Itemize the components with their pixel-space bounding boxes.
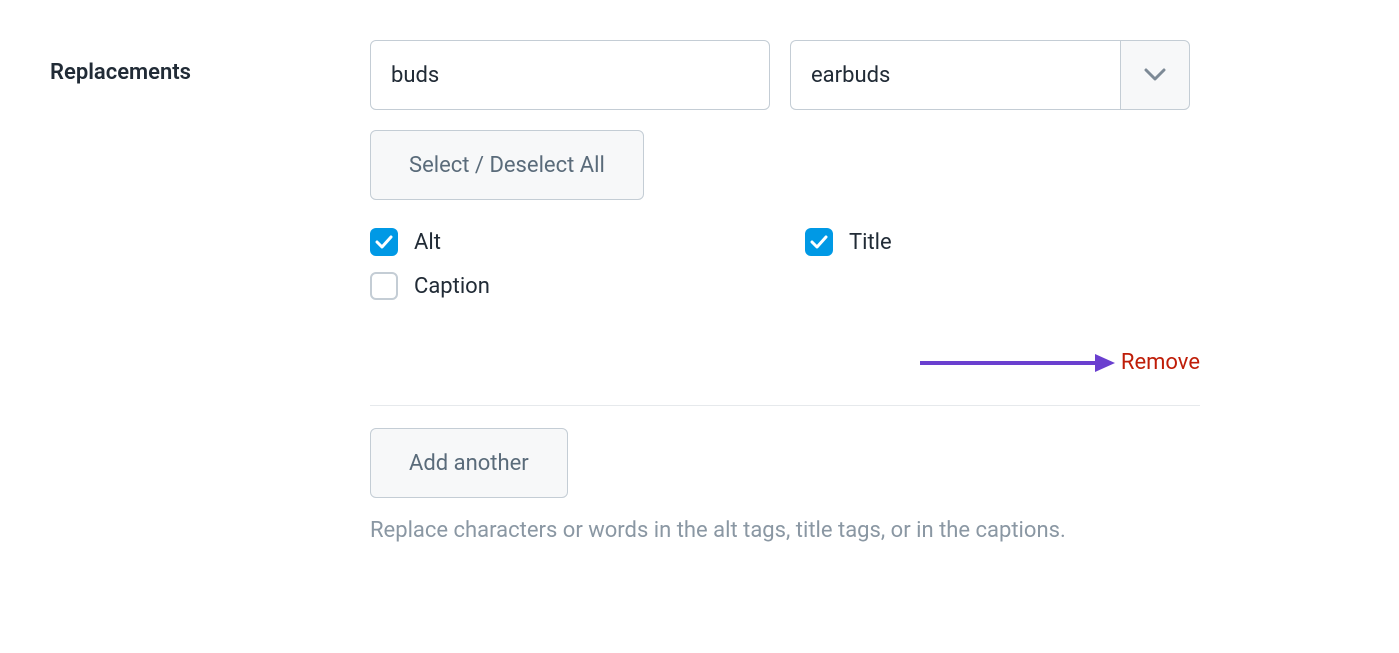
- checkmark-icon: [375, 235, 393, 249]
- add-another-button[interactable]: Add another: [370, 428, 568, 498]
- checkbox-label-caption: Caption: [414, 274, 490, 299]
- checkbox-item-caption[interactable]: Caption: [370, 272, 765, 300]
- checkmark-icon: [810, 235, 828, 249]
- checkbox-item-title[interactable]: Title: [805, 228, 1200, 256]
- replace-to-input[interactable]: [790, 40, 1120, 110]
- checkbox-caption[interactable]: [370, 272, 398, 300]
- checkbox-label-title: Title: [849, 230, 892, 255]
- checkbox-item-alt[interactable]: Alt: [370, 228, 765, 256]
- help-text: Replace characters or words in the alt t…: [370, 514, 1100, 548]
- checkbox-label-alt: Alt: [414, 230, 441, 255]
- replace-from-input[interactable]: [370, 40, 770, 110]
- chevron-down-icon: [1144, 68, 1166, 82]
- replace-to-dropdown[interactable]: [790, 40, 1190, 110]
- select-deselect-all-button[interactable]: Select / Deselect All: [370, 130, 644, 200]
- arrow-annotation: [920, 351, 1115, 375]
- divider: [370, 405, 1200, 406]
- remove-link[interactable]: Remove: [1121, 350, 1200, 375]
- checkbox-title[interactable]: [805, 228, 833, 256]
- checkbox-alt[interactable]: [370, 228, 398, 256]
- section-label: Replacements: [50, 60, 330, 85]
- dropdown-toggle-button[interactable]: [1120, 40, 1190, 110]
- arrow-right-icon: [920, 351, 1115, 375]
